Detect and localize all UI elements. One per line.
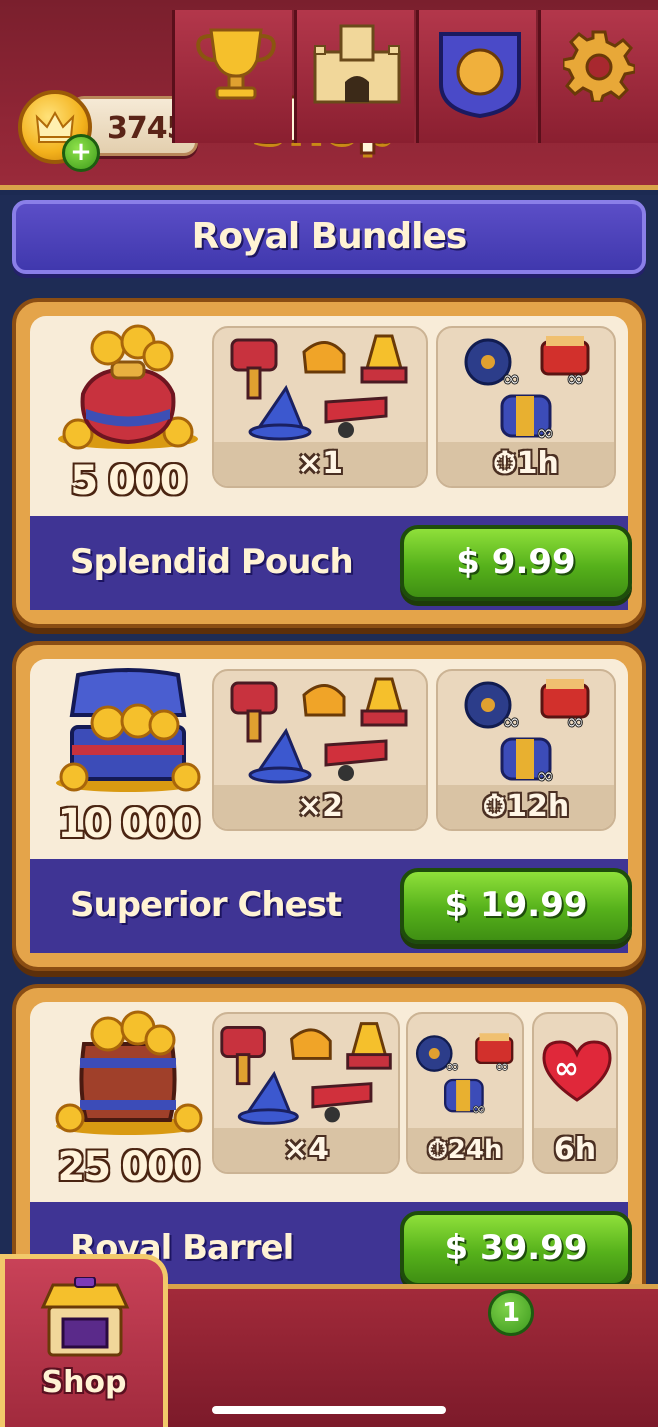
nav-tab-team[interactable] [416,10,536,143]
lives-box: ∞ 6h [532,1012,618,1174]
svg-text:∞: ∞ [445,1057,459,1077]
lives-duration: 6h [534,1128,616,1172]
svg-text:∞: ∞ [472,1099,486,1119]
section-title: Royal Bundles [191,216,468,257]
coin-amount: 5 000 [70,458,187,504]
bundle-name: Superior Chest [70,885,342,925]
svg-text:∞: ∞ [495,1057,509,1077]
trophy-icon [196,28,276,100]
coin-amount: 10 000 [57,801,200,847]
timer-icon: ⏱ [427,1135,448,1165]
boosters-icon [220,1022,392,1125]
settings-gear-icon [563,30,635,102]
boosters-box: ×4 [212,1012,400,1174]
unlimited-boosters-icon: ∞ ∞ ∞ [464,679,590,785]
castle-icon [313,24,401,104]
svg-text:∞: ∞ [536,764,554,785]
nav-shop-label: Shop [41,1365,127,1400]
shop-icon [40,1277,130,1357]
nav-tab-trophy[interactable] [172,10,292,143]
boosters-count: ×2 [214,785,426,829]
unlimited-duration: ⏱12h [438,785,614,829]
home-indicator[interactable] [212,1406,446,1414]
boosters-count: ×4 [214,1128,398,1172]
svg-text:∞: ∞ [536,421,554,442]
boosters-box: ×2 [212,669,428,831]
svg-text:∞: ∞ [566,367,584,392]
timer-icon: ⏱ [493,446,517,481]
unlimited-box: ∞ ∞ ∞ ⏱24h [406,1012,524,1174]
timer-icon: ⏱ [482,789,507,824]
svg-text:∞: ∞ [566,710,584,735]
unlimited-duration: ⏱24h [408,1128,522,1172]
buy-button[interactable]: $ 39.99 [400,1211,632,1287]
unlimited-box: ∞ ∞ ∞ ⏱1h [436,326,616,488]
buy-button[interactable]: $ 19.99 [400,868,632,944]
team-shield-icon [439,32,521,119]
coin-barrel-icon [55,1010,203,1135]
boosters-count: ×1 [214,442,426,486]
svg-text:∞: ∞ [554,1051,579,1086]
coin-pouch-icon [58,324,198,450]
nav-tab-settings[interactable] [538,10,658,143]
section-banner: Royal Bundles [12,200,646,274]
bundle-footer: Superior Chest $ 19.99 [30,859,632,953]
team-notification-badge: 1 [488,1290,534,1336]
unlimited-box: ∞ ∞ ∞ ⏱12h [436,669,616,831]
unlimited-boosters-icon: ∞ ∞ ∞ [464,336,590,442]
bundle-name: Splendid Pouch [70,542,354,582]
nav-tab-castle[interactable] [294,10,414,143]
boosters-icon [230,677,408,784]
buy-button[interactable]: $ 9.99 [400,525,632,601]
coin-amount: 25 000 [57,1144,200,1190]
bundle-card[interactable]: 10 000 ×2 ∞ ∞ ∞ ⏱12h Superior Chest $ 19… [12,641,646,971]
unlimited-boosters-icon: ∞ ∞ ∞ [415,1033,514,1120]
bundle-card[interactable]: 5 000 ×1 ∞ ∞ ∞ ⏱1h Splendid Pouch $ 9.99 [12,298,646,628]
boosters-icon [230,334,408,441]
svg-text:∞: ∞ [502,367,520,392]
bundle-footer: Splendid Pouch $ 9.99 [30,516,632,610]
boosters-box: ×1 [212,326,428,488]
svg-text:∞: ∞ [502,710,520,735]
treasure-chest-icon [56,668,201,792]
unlimited-duration: ⏱1h [438,442,614,486]
unlimited-lives-heart-icon: ∞ [542,1040,612,1102]
nav-tab-shop[interactable]: Shop [0,1254,168,1427]
add-coins-button[interactable]: + [62,134,100,172]
